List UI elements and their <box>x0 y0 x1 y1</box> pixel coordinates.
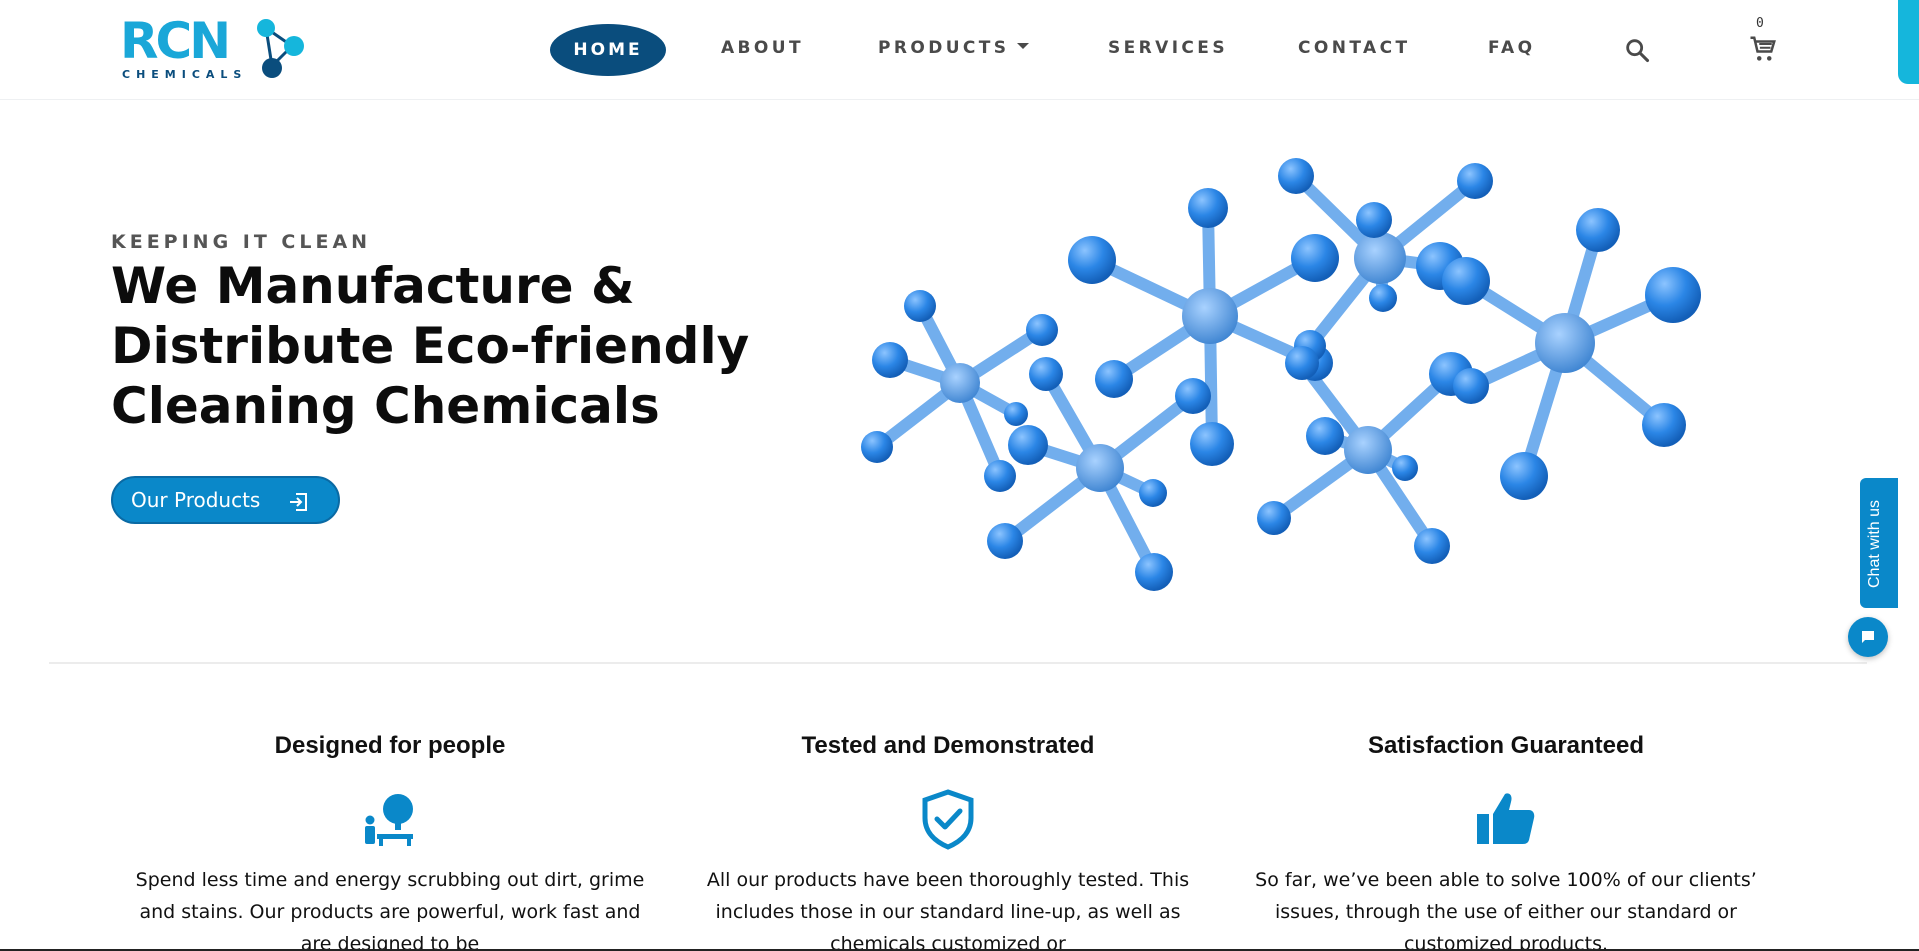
caret-down-icon <box>1017 43 1030 49</box>
nav-contact[interactable]: CONTACT <box>1298 38 1410 58</box>
feature-text: Spend less time and energy scrubbing out… <box>135 869 645 951</box>
thumbs-up-icon <box>1477 793 1535 844</box>
nav-about[interactable]: ABOUT <box>721 38 804 58</box>
nav-about-label: ABOUT <box>721 38 804 58</box>
chat-with-us-tab[interactable]: Chat with us <box>1860 478 1898 608</box>
shield-check-icon <box>922 789 974 850</box>
feature-designed-for-people: Designed for people Spend less time and … <box>130 732 650 951</box>
nav-home[interactable]: HOME <box>550 24 666 76</box>
feature-tested-and-demonstrated: Tested and Demonstrated All our products… <box>688 732 1208 951</box>
nav-services[interactable]: SERVICES <box>1108 38 1228 58</box>
our-products-button[interactable]: Our Products <box>111 476 340 524</box>
chat-launcher-button[interactable] <box>1848 617 1888 657</box>
svg-text:RCN: RCN <box>120 14 228 70</box>
cart-count: 0 <box>1756 16 1764 31</box>
nav-contact-label: CONTACT <box>1298 38 1411 58</box>
nav-products[interactable]: PRODUCTS <box>878 38 1030 58</box>
nav-products-label: PRODUCTS <box>878 38 1010 58</box>
enter-icon <box>290 493 307 511</box>
our-products-label: Our Products <box>131 488 261 512</box>
feature-title: Satisfaction Guaranteed <box>1367 732 1645 759</box>
nav-services-label: SERVICES <box>1108 38 1228 58</box>
scroll-handle[interactable] <box>1898 0 1919 84</box>
feature-title: Tested and Demonstrated <box>801 732 1095 759</box>
svg-text:CHEMICALS: CHEMICALS <box>122 68 247 81</box>
feature-text: All our products have been thoroughly te… <box>706 869 1190 951</box>
nav-faq-label: FAQ <box>1488 38 1536 58</box>
feature-text: So far, we’ve been able to solve 100% of… <box>1255 869 1757 951</box>
chat-with-us-label: Chat with us <box>1866 499 1883 588</box>
cart-icon[interactable] <box>1748 34 1778 64</box>
chat-icon <box>1862 631 1874 643</box>
person-icon <box>365 794 413 846</box>
search-icon[interactable] <box>1623 36 1651 64</box>
site-header: RCN CHEMICALS HOME ABOUT PRODUCTS SERVIC… <box>0 0 1919 100</box>
nav-faq[interactable]: FAQ <box>1488 38 1535 58</box>
feature-title: Designed for people <box>274 732 506 759</box>
feature-satisfaction-guaranteed: Satisfaction Guaranteed So far, we’ve be… <box>1246 732 1766 951</box>
rcn-chemicals-logo[interactable]: RCN CHEMICALS <box>120 14 320 84</box>
hero-eyebrow: KEEPING IT CLEAN <box>111 231 372 253</box>
section-divider <box>49 662 1867 664</box>
hero-title: We Manufacture & Distribute Eco-friendly… <box>111 257 750 435</box>
molecule-illustration <box>861 158 1701 591</box>
